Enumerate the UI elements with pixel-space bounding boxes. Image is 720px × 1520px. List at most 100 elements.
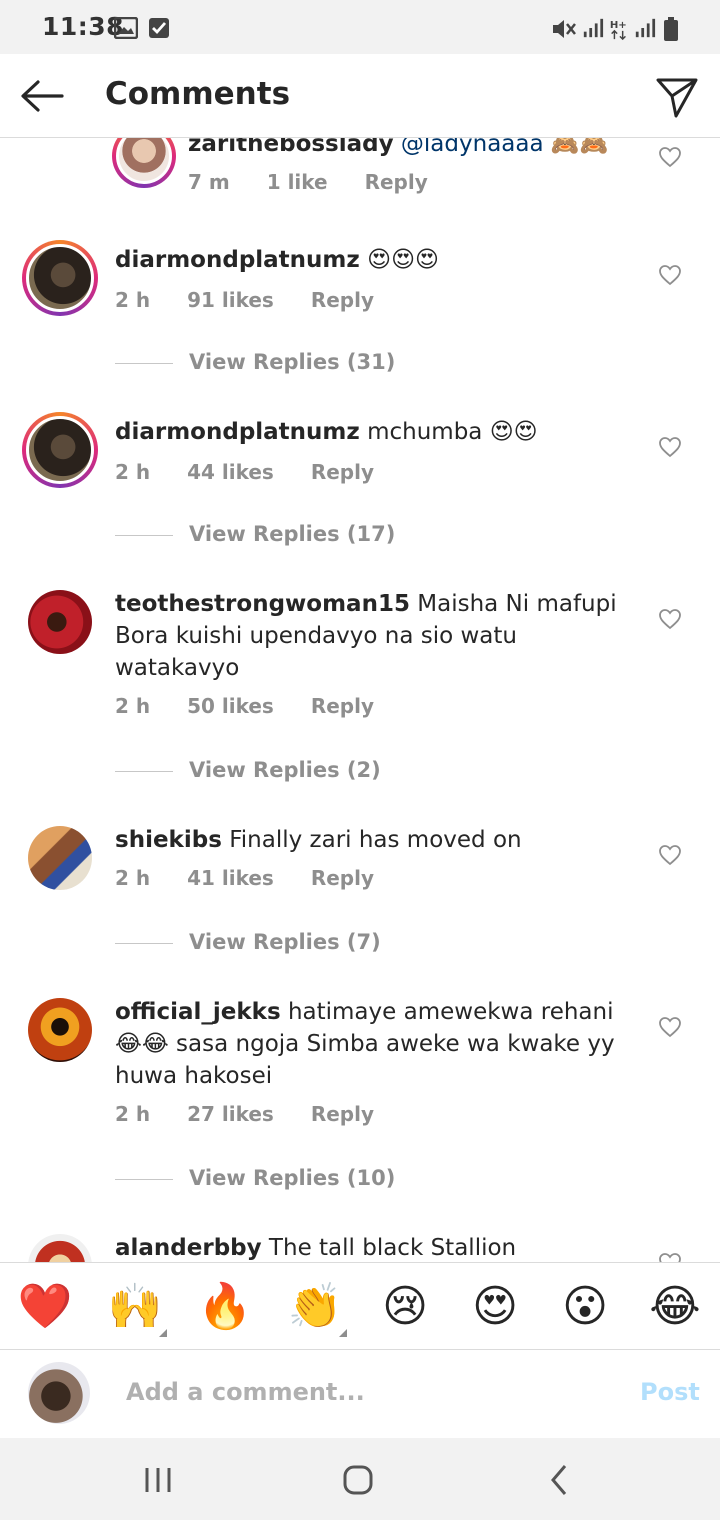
comment-time: 2 h xyxy=(115,288,151,312)
avatar[interactable] xyxy=(28,590,92,654)
comment-meta: 2 h 41 likes Reply xyxy=(115,866,404,890)
avatar[interactable] xyxy=(22,412,98,488)
comments-list[interactable]: zarithebosslady @ladynaaaa 🙈🙈 7 m 1 like… xyxy=(0,0,720,1262)
system-nav-bar xyxy=(0,1438,720,1520)
reply-button[interactable]: Reply xyxy=(311,1102,374,1126)
comment-time: 2 h xyxy=(115,1102,151,1126)
comment-time: 2 h xyxy=(115,694,151,718)
svg-text:H+: H+ xyxy=(610,20,627,31)
comment-text: teothestrongwoman15 Maisha Ni mafupi Bor… xyxy=(115,588,635,684)
emoji-heart-eyes-button[interactable]: 😍 xyxy=(465,1277,525,1337)
comment-username[interactable]: teothestrongwoman15 xyxy=(115,591,410,617)
divider xyxy=(115,770,173,772)
view-replies-label[interactable]: View Replies (17) xyxy=(189,522,395,546)
checkbox-icon xyxy=(149,18,169,38)
view-replies-button[interactable]: View Replies (2) xyxy=(115,758,381,782)
comment-likes[interactable]: 41 likes xyxy=(187,866,274,890)
reply-button[interactable]: Reply xyxy=(311,460,374,484)
comment-username[interactable]: shiekibs xyxy=(115,827,222,853)
comment-meta: 7 m 1 like Reply xyxy=(188,170,458,194)
header: Comments xyxy=(0,54,720,138)
emoji-clap-button[interactable]: 👏 xyxy=(285,1277,347,1337)
comment-likes[interactable]: 91 likes xyxy=(187,288,274,312)
view-replies-button[interactable]: View Replies (10) xyxy=(115,1166,395,1190)
emoji-heart-button[interactable]: ❤️ xyxy=(15,1277,75,1337)
heart-outline-icon[interactable] xyxy=(658,1252,682,1262)
post-button[interactable]: Post xyxy=(640,1378,700,1406)
heart-outline-icon[interactable] xyxy=(658,436,682,458)
comment-likes[interactable]: 50 likes xyxy=(187,694,274,718)
view-replies-button[interactable]: View Replies (31) xyxy=(115,350,395,374)
back-icon[interactable] xyxy=(540,1460,580,1500)
divider xyxy=(115,1178,173,1180)
comment-meta: 2 h 91 likes Reply xyxy=(115,288,404,312)
comment-meta: 2 h 27 likes Reply xyxy=(115,1102,404,1126)
signal-icon-2 xyxy=(635,18,656,38)
comment-likes[interactable]: 27 likes xyxy=(187,1102,274,1126)
heart-outline-icon[interactable] xyxy=(658,1016,682,1038)
view-replies-label[interactable]: View Replies (10) xyxy=(189,1166,395,1190)
comment-time: 2 h xyxy=(115,460,151,484)
comment-username[interactable]: diarmondplatnumz xyxy=(115,419,360,445)
view-replies-button[interactable]: View Replies (17) xyxy=(115,522,395,546)
comment-likes[interactable]: 44 likes xyxy=(187,460,274,484)
comment-text: official_jekks hatimaye amewekwa rehani … xyxy=(115,996,635,1092)
comment-text: diarmondplatnumz 😍😍😍 xyxy=(115,244,635,276)
comment-time: 7 m xyxy=(188,170,230,194)
emoji-clap-glyph: 👏 xyxy=(287,1281,343,1332)
variant-indicator-icon xyxy=(339,1329,347,1337)
comment-username[interactable]: alanderbby xyxy=(115,1235,262,1261)
heart-outline-icon[interactable] xyxy=(658,146,682,168)
comment-time: 2 h xyxy=(115,866,151,890)
comment-meta: 2 h 44 likes Reply xyxy=(115,460,404,484)
status-bar: 11:38 H+ xyxy=(0,0,720,54)
avatar xyxy=(28,1362,90,1424)
image-icon xyxy=(114,17,138,39)
avatar[interactable] xyxy=(28,998,92,1062)
paper-plane-icon[interactable] xyxy=(654,74,700,120)
recent-apps-icon[interactable] xyxy=(138,1460,178,1500)
comment-text: alanderbby The tall black Stallion hands… xyxy=(115,1232,635,1262)
signal-icon xyxy=(583,18,604,38)
reply-button[interactable]: Reply xyxy=(365,170,428,194)
view-replies-label[interactable]: View Replies (7) xyxy=(189,930,381,954)
comment-likes[interactable]: 1 like xyxy=(267,170,328,194)
emoji-raised-hands-glyph: 🙌 xyxy=(107,1281,163,1332)
emoji-fire-button[interactable]: 🔥 xyxy=(195,1277,255,1337)
divider xyxy=(115,942,173,944)
heart-outline-icon[interactable] xyxy=(658,844,682,866)
avatar[interactable] xyxy=(22,240,98,316)
avatar[interactable] xyxy=(28,1234,92,1262)
comment-composer: Add a comment... Post xyxy=(0,1350,720,1438)
comment-meta: 2 h 50 likes Reply xyxy=(115,694,404,718)
divider xyxy=(115,534,173,536)
view-replies-label[interactable]: View Replies (31) xyxy=(189,350,395,374)
home-icon[interactable] xyxy=(338,1460,378,1500)
comment-body: 😍😍😍 xyxy=(359,247,440,273)
variant-indicator-icon xyxy=(159,1329,167,1337)
status-time: 11:38 xyxy=(42,12,125,41)
arrow-left-icon[interactable] xyxy=(18,74,66,118)
emoji-raised-hands-button[interactable]: 🙌 xyxy=(105,1277,167,1337)
reply-button[interactable]: Reply xyxy=(311,866,374,890)
divider xyxy=(115,362,173,364)
mute-vibrate-icon xyxy=(553,20,576,38)
view-replies-button[interactable]: View Replies (7) xyxy=(115,930,381,954)
avatar[interactable] xyxy=(28,826,92,890)
comment-body: Finally zari has moved on xyxy=(221,827,522,853)
comment-username[interactable]: diarmondplatnumz xyxy=(115,247,360,273)
emoji-quick-bar: ❤️ 🙌 🔥 👏 😢 😍 😮 😂 xyxy=(0,1262,720,1350)
comment-text: shiekibs Finally zari has moved on xyxy=(115,824,635,856)
emoji-surprised-button[interactable]: 😮 xyxy=(555,1277,615,1337)
emoji-laughing-button[interactable]: 😂 xyxy=(645,1277,705,1337)
page-title: Comments xyxy=(105,76,291,112)
comment-text: diarmondplatnumz mchumba 😍😍 xyxy=(115,416,635,448)
reply-button[interactable]: Reply xyxy=(311,288,374,312)
heart-outline-icon[interactable] xyxy=(658,264,682,286)
comment-username[interactable]: official_jekks xyxy=(115,999,281,1025)
view-replies-label[interactable]: View Replies (2) xyxy=(189,758,381,782)
reply-button[interactable]: Reply xyxy=(311,694,374,718)
emoji-crying-button[interactable]: 😢 xyxy=(375,1277,435,1337)
heart-outline-icon[interactable] xyxy=(658,608,682,630)
comment-input[interactable]: Add a comment... xyxy=(126,1378,365,1406)
